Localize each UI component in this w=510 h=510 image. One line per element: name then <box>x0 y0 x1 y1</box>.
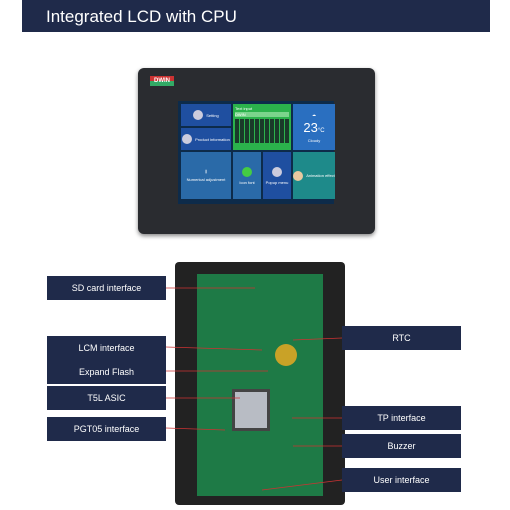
label-pgt05: PGT05 interface <box>47 417 166 441</box>
label-expand-flash: Expand Flash <box>47 360 166 384</box>
label-rtc: RTC <box>342 326 461 350</box>
label-tp: TP interface <box>342 406 461 430</box>
line-user <box>261 479 343 491</box>
line-lcm <box>165 346 263 351</box>
label-sd-card: SD card interface <box>47 276 166 300</box>
label-user-interface: User interface <box>342 468 461 492</box>
line-rtc <box>292 337 343 341</box>
label-t5l-asic: T5L ASIC <box>47 386 166 410</box>
label-buzzer: Buzzer <box>342 434 461 458</box>
label-lcm: LCM interface <box>47 336 166 360</box>
line-pgt <box>165 427 226 431</box>
